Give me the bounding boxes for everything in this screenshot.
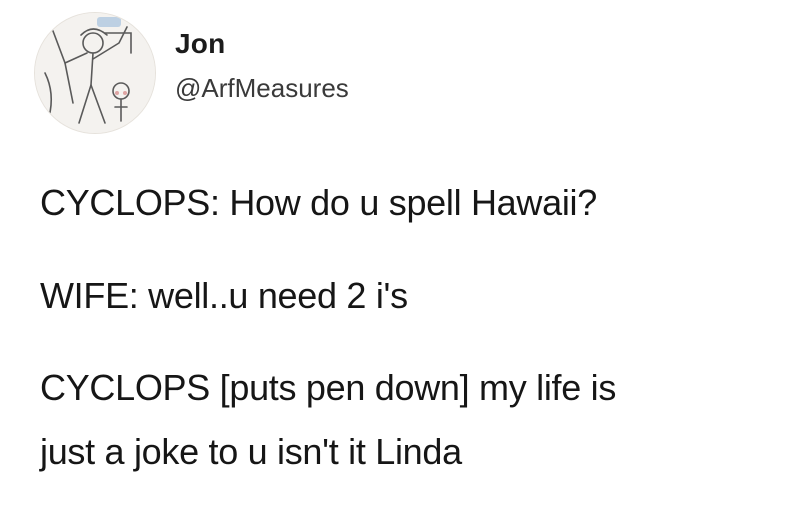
tweet-text-line: CYCLOPS [puts pen down] my life is xyxy=(40,367,617,408)
tweet-text-line: CYCLOPS: How do u spell Hawaii? xyxy=(40,182,597,223)
author-display-name[interactable]: Jon xyxy=(175,28,225,60)
tweet-text-line: WIFE: well..u need 2 i's xyxy=(40,275,408,316)
tweet-text-line: just a joke to u isn't it Linda xyxy=(40,431,462,472)
sketch-avatar-icon xyxy=(35,13,155,133)
tweet-card: Jon @ArfMeasures CYCLOPS: How do u spell… xyxy=(0,0,800,515)
profile-avatar[interactable] xyxy=(34,12,156,134)
author-handle[interactable]: @ArfMeasures xyxy=(175,73,349,104)
